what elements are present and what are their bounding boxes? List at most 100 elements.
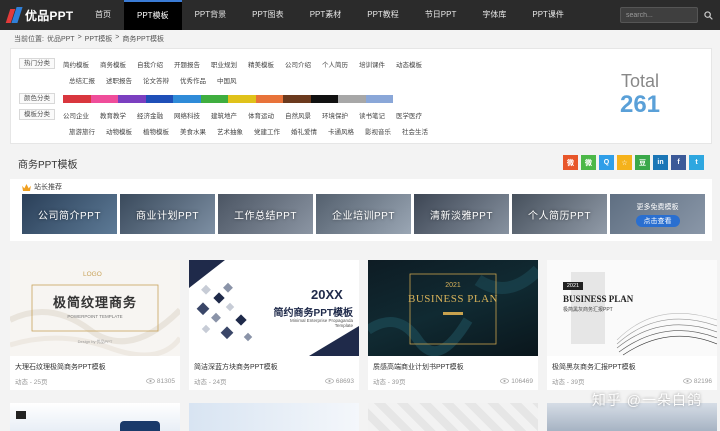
filter-link[interactable]: 论文答辩 bbox=[143, 75, 169, 85]
template-card[interactable]: 20XX 简约商务PPT模板 Minimal Enterprise Propag… bbox=[189, 260, 359, 390]
template-thumbnail[interactable]: 20XX 简约商务PPT模板 Minimal Enterprise Propag… bbox=[189, 260, 359, 356]
template-card[interactable]: 2021 BUSINESS PLAN 质感高端商业计划书PPT模板 动态 - 3… bbox=[368, 260, 538, 390]
color-swatch[interactable] bbox=[228, 94, 256, 103]
nav-item[interactable]: 首页 bbox=[82, 0, 124, 30]
filter-link[interactable]: 影视音乐 bbox=[365, 126, 391, 136]
recommend-card-label: 企业培训PPT bbox=[332, 210, 395, 222]
nav-item[interactable]: 字体库 bbox=[469, 0, 519, 30]
template-card-partial[interactable] bbox=[10, 403, 180, 431]
recommend-card[interactable]: 工作总结PPT bbox=[218, 194, 313, 234]
color-swatch[interactable] bbox=[90, 94, 118, 103]
nav-item[interactable]: 节日PPT bbox=[412, 0, 470, 30]
template-card[interactable]: 2021 BUSINESS PLAN 极简黑灰商务汇报PPT 极简黑灰商务汇报P… bbox=[547, 260, 717, 390]
nav-item[interactable]: PPT背景 bbox=[182, 0, 240, 30]
color-swatch[interactable] bbox=[283, 94, 311, 103]
thumb-title: 极简纹理商务 bbox=[52, 295, 137, 310]
filter-link[interactable]: 艺术抽象 bbox=[217, 126, 243, 136]
recommend-card[interactable]: 个人简历PPT bbox=[512, 194, 607, 234]
filter-link[interactable]: 美食水果 bbox=[180, 126, 206, 136]
filter-link[interactable]: 总结汇报 bbox=[69, 75, 95, 85]
nav-item[interactable]: PPT教程 bbox=[354, 0, 412, 30]
filter-link[interactable]: 商务模板 bbox=[100, 59, 126, 69]
recommend-card[interactable]: 商业计划PPT bbox=[120, 194, 215, 234]
filter-link[interactable]: 读书笔记 bbox=[359, 110, 385, 120]
qq-icon[interactable]: Q bbox=[599, 155, 614, 170]
thumb-title: BUSINESS PLAN bbox=[408, 293, 498, 305]
recommend-card[interactable]: 公司简介PPT bbox=[22, 194, 117, 234]
breadcrumb-link[interactable]: 商务PPT模板 bbox=[122, 34, 164, 44]
filter-link[interactable]: 开题报告 bbox=[174, 59, 200, 69]
filter-link[interactable]: 植物模板 bbox=[143, 126, 169, 136]
template-title[interactable]: 简洁深蓝方块商务PPT模板 bbox=[189, 356, 359, 372]
filter-link[interactable]: 环境保护 bbox=[322, 110, 348, 120]
filter-link[interactable]: 旅游旅行 bbox=[69, 126, 95, 136]
filter-link[interactable]: 职业规划 bbox=[211, 59, 237, 69]
site-logo[interactable]: 优品PPT bbox=[0, 0, 82, 30]
facebook-icon[interactable]: f bbox=[671, 155, 686, 170]
recommend-card[interactable]: 企业培训PPT bbox=[316, 194, 411, 234]
recommend-card[interactable]: 清新淡雅PPT bbox=[414, 194, 509, 234]
color-swatch[interactable] bbox=[338, 94, 366, 103]
color-swatch[interactable] bbox=[255, 94, 283, 103]
template-card-partial[interactable] bbox=[368, 403, 538, 431]
filter-link[interactable]: 公司企业 bbox=[63, 110, 89, 120]
filter-link[interactable]: 网络科技 bbox=[174, 110, 200, 120]
filter-link[interactable]: 动物模板 bbox=[106, 126, 132, 136]
nav-item[interactable]: PPT图表 bbox=[239, 0, 297, 30]
template-title[interactable]: 大理石纹理极简商务PPT模板 bbox=[10, 356, 180, 372]
search-input[interactable] bbox=[620, 7, 698, 23]
breadcrumb-link[interactable]: PPT模板 bbox=[85, 34, 113, 44]
nav-item[interactable]: PPT素材 bbox=[297, 0, 355, 30]
more-templates-button[interactable]: 点击查看 bbox=[635, 214, 680, 227]
filter-link[interactable]: 中国风 bbox=[217, 75, 237, 85]
color-swatch[interactable] bbox=[365, 94, 393, 103]
template-card[interactable]: LOGO 极简纹理商务 POWERPOINT TEMPLATE Design b… bbox=[10, 260, 180, 390]
filter-link[interactable]: 医学医疗 bbox=[396, 110, 422, 120]
filter-link[interactable]: 培训课件 bbox=[359, 59, 385, 69]
filter-link[interactable]: 社会生活 bbox=[402, 126, 428, 136]
more-templates-card[interactable]: 更多免费模板 点击查看 bbox=[610, 194, 705, 234]
twitter-icon[interactable]: t bbox=[689, 155, 704, 170]
filter-link[interactable]: 简约模板 bbox=[63, 59, 89, 69]
filter-link[interactable]: 卡通风格 bbox=[328, 126, 354, 136]
wechat-icon[interactable]: 微 bbox=[581, 155, 596, 170]
filter-link[interactable]: 自我介绍 bbox=[137, 59, 163, 69]
template-title[interactable]: 极简黑灰商务汇报PPT模板 bbox=[547, 356, 717, 372]
linkedin-icon[interactable]: in bbox=[653, 155, 668, 170]
weibo-icon[interactable]: 微 bbox=[563, 155, 578, 170]
filter-link[interactable]: 个人简历 bbox=[322, 59, 348, 69]
template-card-partial[interactable] bbox=[189, 403, 359, 431]
template-thumbnail[interactable]: 2021 BUSINESS PLAN 极简黑灰商务汇报PPT bbox=[547, 260, 717, 356]
nav-item[interactable]: PPT课件 bbox=[519, 0, 577, 30]
filter-link[interactable]: 婚礼爱情 bbox=[291, 126, 317, 136]
filter-link[interactable]: 教育教学 bbox=[100, 110, 126, 120]
filter-link[interactable]: 党建工作 bbox=[254, 126, 280, 136]
color-swatch[interactable] bbox=[63, 94, 91, 103]
color-swatch[interactable] bbox=[200, 94, 228, 103]
template-thumbnail[interactable]: LOGO 极简纹理商务 POWERPOINT TEMPLATE Design b… bbox=[10, 260, 180, 356]
thumb-subtitle: POWERPOINT TEMPLATE bbox=[67, 314, 123, 319]
filter-link[interactable]: 优秀作品 bbox=[180, 75, 206, 85]
color-swatch[interactable] bbox=[173, 94, 201, 103]
color-swatch[interactable] bbox=[145, 94, 173, 103]
filter-link[interactable]: 经济金融 bbox=[137, 110, 163, 120]
total-count: 261 bbox=[619, 91, 661, 118]
douban-icon[interactable]: 豆 bbox=[635, 155, 650, 170]
template-title[interactable]: 质感高端商业计划书PPT模板 bbox=[368, 356, 538, 372]
filter-link[interactable]: 建筑地产 bbox=[211, 110, 237, 120]
color-swatch[interactable] bbox=[310, 94, 338, 103]
filter-link[interactable]: 公司介绍 bbox=[285, 59, 311, 69]
filter-link[interactable]: 述职报告 bbox=[106, 75, 132, 85]
filter-label-template: 模板分类 bbox=[19, 109, 55, 120]
filter-link[interactable]: 体育运动 bbox=[248, 110, 274, 120]
filter-link[interactable]: 自然风景 bbox=[285, 110, 311, 120]
filter-link[interactable]: 动态模板 bbox=[396, 59, 422, 69]
template-thumbnail[interactable]: 2021 BUSINESS PLAN bbox=[368, 260, 538, 356]
nav-item[interactable]: PPT模板 bbox=[124, 0, 182, 30]
eye-icon bbox=[683, 378, 692, 384]
color-swatch[interactable] bbox=[118, 94, 146, 103]
breadcrumb-link[interactable]: 优品PPT bbox=[47, 34, 75, 44]
filter-link[interactable]: 精美模板 bbox=[248, 59, 274, 69]
qzone-icon[interactable]: ☆ bbox=[617, 155, 632, 170]
search-button[interactable] bbox=[700, 7, 716, 23]
